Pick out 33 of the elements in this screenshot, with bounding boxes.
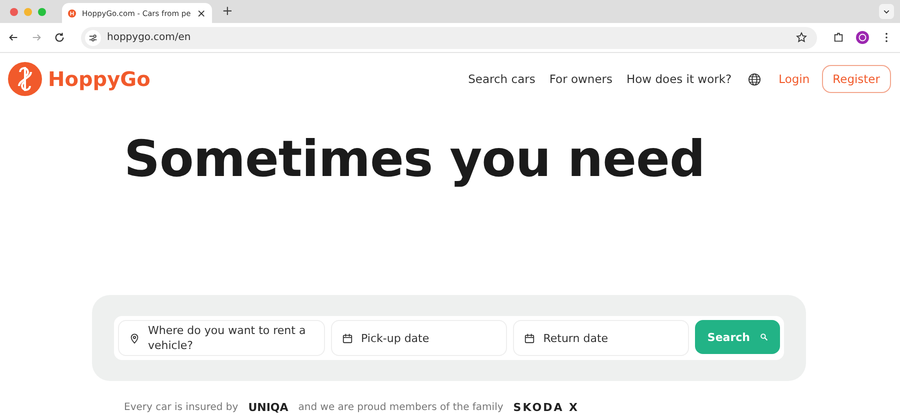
- pickup-date-input[interactable]: Pick-up date: [361, 330, 496, 346]
- calendar-icon: [342, 332, 354, 344]
- insurer-logo: UNIQA: [248, 401, 288, 414]
- logo-icon[interactable]: [8, 62, 42, 96]
- nav-link[interactable]: Search cars: [468, 72, 536, 86]
- family-text: and we are proud members of the family: [298, 402, 504, 413]
- nav-link[interactable]: For owners: [549, 72, 612, 86]
- return-date-field[interactable]: Return date: [513, 320, 690, 356]
- extensions-icon[interactable]: [833, 32, 844, 43]
- url-text: hoppygo.com/en: [107, 32, 191, 43]
- hero-heading: Sometimes you need: [124, 129, 706, 190]
- family-logo: SKODA X: [513, 401, 580, 414]
- insurance-text: Every car is insured by: [124, 402, 238, 413]
- reload-icon[interactable]: [54, 32, 65, 43]
- new-tab-button[interactable]: +: [222, 4, 233, 19]
- location-pin-icon: [129, 332, 140, 344]
- search-icon: [760, 333, 768, 341]
- tab-close-button[interactable]: ×: [196, 6, 206, 20]
- close-window-icon[interactable]: [10, 8, 18, 16]
- back-icon[interactable]: [8, 32, 19, 43]
- location-field[interactable]: Where do you want to rent a vehicle?: [118, 320, 326, 356]
- site-settings-icon[interactable]: [85, 30, 101, 46]
- return-date-input[interactable]: Return date: [543, 330, 678, 346]
- location-input[interactable]: Where do you want to rent a vehicle?: [148, 323, 314, 353]
- bookmark-star-icon[interactable]: [796, 32, 807, 43]
- profile-avatar[interactable]: [856, 31, 869, 44]
- tab-list-button[interactable]: [879, 4, 894, 19]
- favicon-icon: [68, 8, 76, 18]
- nav-link[interactable]: How does it work?: [626, 72, 732, 86]
- language-globe-icon[interactable]: [748, 72, 761, 86]
- calendar-icon: [524, 332, 536, 344]
- address-field[interactable]: hoppygo.com/en: [81, 26, 817, 48]
- pickup-date-field[interactable]: Pick-up date: [331, 320, 508, 356]
